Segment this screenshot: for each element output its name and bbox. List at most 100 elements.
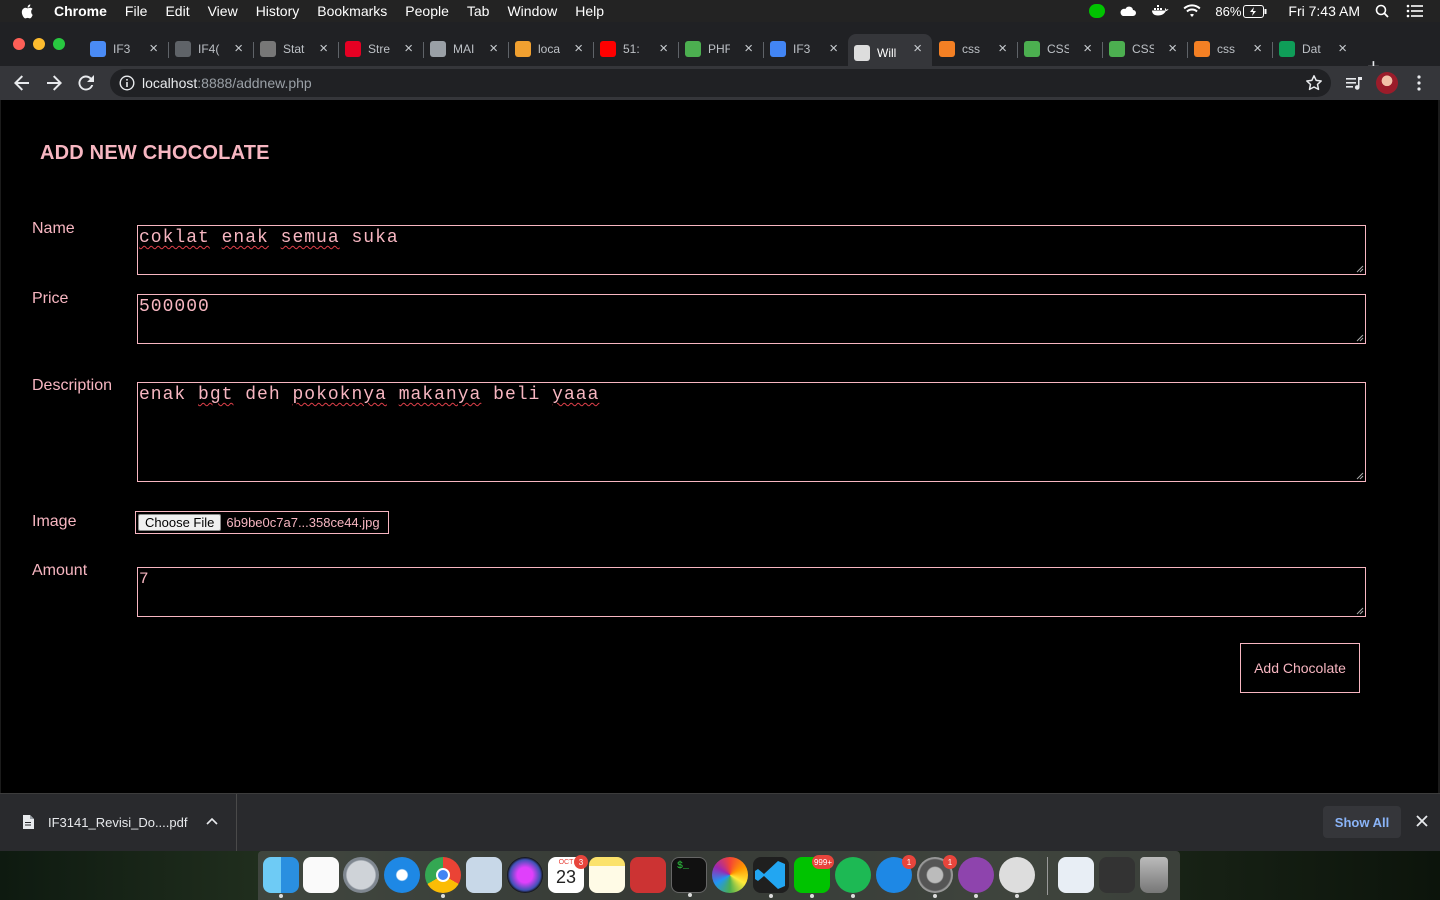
menu-help[interactable]: Help — [575, 3, 604, 19]
line-status-icon[interactable] — [1089, 4, 1106, 18]
photos-icon[interactable] — [712, 857, 748, 893]
window-close-button[interactable] — [13, 38, 25, 50]
browser-tab[interactable]: Stre × — [339, 34, 423, 64]
add-chocolate-button[interactable]: Add Chocolate — [1240, 643, 1360, 693]
vscode-icon[interactable] — [753, 857, 789, 898]
address-bar[interactable]: localhost:8888/addnew.php — [110, 69, 1331, 97]
system-preferences-icon[interactable]: 1 — [917, 855, 957, 898]
menu-history[interactable]: History — [256, 3, 300, 19]
browser-tab[interactable]: Stat × — [254, 34, 338, 64]
bookmark-star-icon[interactable] — [1305, 74, 1323, 92]
profile-avatar[interactable] — [1376, 72, 1398, 94]
window-zoom-button[interactable] — [53, 38, 65, 50]
notification-center-icon[interactable] — [1406, 4, 1424, 18]
amount-textarea[interactable]: 7 — [137, 567, 1366, 617]
image-file-input[interactable]: Choose File 6b9be0c7a7...358ce44.jpg — [135, 511, 389, 534]
media-control-icon[interactable] — [1345, 74, 1363, 92]
trash-icon[interactable] — [1140, 857, 1168, 893]
siri-icon[interactable] — [507, 857, 543, 893]
close-tab-icon[interactable]: × — [319, 40, 328, 57]
line-app-icon[interactable]: 999+ — [794, 855, 834, 898]
browser-tab[interactable]: IF3 × — [84, 34, 168, 64]
cloud-status-icon[interactable] — [1119, 4, 1137, 18]
safari-icon[interactable] — [384, 857, 420, 893]
menu-edit[interactable]: Edit — [165, 3, 189, 19]
close-tab-icon[interactable]: × — [234, 40, 243, 57]
choose-file-button[interactable]: Choose File — [138, 514, 222, 531]
close-tab-icon[interactable]: × — [1338, 40, 1347, 57]
close-tab-icon[interactable]: × — [404, 40, 413, 57]
close-tab-icon[interactable]: × — [1168, 40, 1177, 57]
browser-tab[interactable]: 51: × — [594, 34, 678, 64]
browser-tab[interactable]: IF4(× — [169, 34, 253, 64]
browser-tab[interactable]: css × — [933, 34, 1017, 64]
browser-tab[interactable]: CSS × — [1103, 34, 1187, 64]
finder-icon[interactable] — [263, 857, 299, 898]
close-tab-icon[interactable]: × — [574, 40, 583, 57]
chrome-menu-icon[interactable] — [1410, 74, 1428, 92]
browser-tab[interactable]: MAI × — [424, 34, 508, 64]
terminal-icon[interactable]: $_ — [671, 857, 707, 897]
close-tab-icon[interactable]: × — [998, 40, 1007, 57]
resize-grip-icon[interactable] — [1356, 265, 1364, 273]
spotlight-search-icon[interactable] — [1374, 4, 1392, 18]
app-store-icon[interactable]: 1 — [876, 855, 916, 893]
chevron-up-icon[interactable] — [206, 816, 218, 826]
github-desktop-icon[interactable] — [958, 857, 994, 898]
close-download-bar-icon[interactable] — [1415, 814, 1429, 828]
browser-tab[interactable]: IF3 × — [764, 34, 848, 64]
browser-tab[interactable]: Dat × — [1273, 34, 1357, 64]
close-tab-icon[interactable]: × — [829, 40, 838, 57]
browser-tab[interactable]: CSS × — [1018, 34, 1102, 64]
close-tab-icon[interactable]: × — [913, 40, 922, 57]
resize-grip-icon[interactable] — [1356, 607, 1364, 615]
docker-icon[interactable] — [1151, 4, 1169, 18]
notes-icon[interactable] — [589, 857, 625, 893]
downloads-stack-icon[interactable] — [1058, 857, 1094, 893]
close-tab-icon[interactable]: × — [659, 40, 668, 57]
price-textarea[interactable]: 500000 — [137, 294, 1366, 344]
photo-booth-icon[interactable] — [630, 857, 666, 893]
tableplus-elephant-icon[interactable] — [999, 857, 1035, 898]
menu-view[interactable]: View — [208, 3, 238, 19]
close-tab-icon[interactable]: × — [149, 40, 158, 57]
menu-app-chrome[interactable]: Chrome — [54, 3, 107, 19]
menu-bookmarks[interactable]: Bookmarks — [317, 3, 387, 19]
reload-icon[interactable] — [77, 74, 95, 92]
word: semua — [280, 228, 340, 248]
chrome-dock-icon[interactable] — [425, 857, 461, 898]
close-tab-icon[interactable]: × — [1083, 40, 1092, 57]
reminders-icon[interactable] — [303, 857, 339, 893]
description-textarea[interactable]: enak bgt deh pokoknya makanya beli yaaa — [137, 382, 1366, 482]
launchpad-icon[interactable] — [343, 857, 379, 893]
forward-arrow-icon[interactable] — [45, 74, 63, 92]
close-tab-icon[interactable]: × — [489, 40, 498, 57]
site-info-icon[interactable] — [119, 75, 135, 91]
menubar-clock[interactable]: Fri 7:43 AM — [1288, 3, 1360, 19]
name-textarea[interactable]: coklat enak semua suka — [137, 225, 1366, 275]
resize-grip-icon[interactable] — [1356, 472, 1364, 480]
download-item[interactable]: IF3141_Revisi_Do....pdf — [0, 794, 237, 851]
menu-people[interactable]: People — [405, 3, 449, 19]
battery-charging-icon[interactable] — [1243, 4, 1267, 18]
menu-file[interactable]: File — [125, 3, 148, 19]
calendar-icon[interactable]: OCT 23 3 — [548, 855, 588, 893]
apple-menu-icon[interactable] — [20, 3, 36, 19]
show-all-downloads-button[interactable]: Show All — [1323, 806, 1401, 838]
wifi-icon[interactable] — [1183, 4, 1201, 18]
preview-icon[interactable] — [466, 857, 502, 893]
back-arrow-icon[interactable] — [13, 74, 31, 92]
menu-window[interactable]: Window — [507, 3, 557, 19]
close-tab-icon[interactable]: × — [1253, 40, 1262, 57]
browser-tab[interactable]: PHF × — [679, 34, 763, 64]
menu-tab[interactable]: Tab — [467, 3, 490, 19]
browser-tab[interactable]: css × — [1188, 34, 1272, 64]
close-tab-icon[interactable]: × — [744, 40, 753, 57]
resize-grip-icon[interactable] — [1356, 334, 1364, 342]
tab-label: PHF — [708, 42, 730, 56]
word: deh — [245, 385, 281, 405]
spotify-icon[interactable] — [835, 857, 871, 898]
window-minimize-button[interactable] — [33, 38, 45, 50]
browser-tab[interactable]: loca × — [509, 34, 593, 64]
recent-screenshot-icon[interactable] — [1099, 857, 1135, 893]
